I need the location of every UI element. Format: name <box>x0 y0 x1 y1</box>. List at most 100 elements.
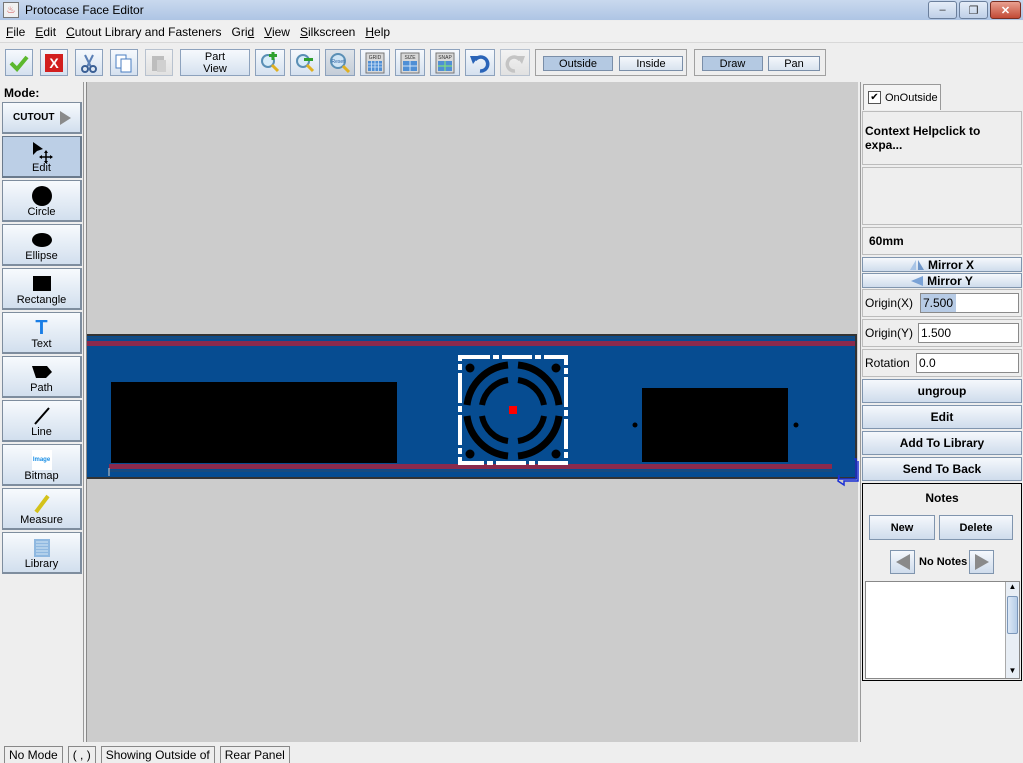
copy-button[interactable] <box>110 49 138 76</box>
redo-icon <box>505 54 525 73</box>
status-mode: No Mode <box>4 746 63 763</box>
drawing-canvas[interactable] <box>86 82 859 742</box>
tool-path[interactable]: Path <box>2 356 82 398</box>
edit-move-icon <box>32 142 53 163</box>
snap-button[interactable]: SNAP <box>430 49 460 76</box>
origin-y-input[interactable] <box>918 323 1019 343</box>
outside-toggle[interactable]: Outside <box>543 56 613 71</box>
zoom-out-icon <box>296 53 315 72</box>
library-icon <box>33 539 50 557</box>
copy-icon <box>115 54 132 72</box>
grid-button[interactable]: GRID <box>360 49 390 76</box>
zoom-reset-button[interactable]: Reset <box>325 49 355 76</box>
mode-panel: Mode: CUTOUT Edit Circle Ellipse Rectang… <box>0 82 84 742</box>
preview-area <box>862 167 1022 225</box>
menu-help[interactable]: Help <box>364 25 396 39</box>
inside-toggle[interactable]: Inside <box>619 56 683 71</box>
origin-x-input[interactable] <box>920 293 1019 313</box>
mounting-hole-left[interactable] <box>632 422 638 428</box>
menu-edit[interactable]: Edit <box>34 25 62 39</box>
restore-button[interactable]: ❐ <box>959 1 988 19</box>
cancel-button[interactable]: X <box>40 49 68 76</box>
mounting-hole-right[interactable] <box>793 422 799 428</box>
menu-silkscreen[interactable]: Silkscreen <box>299 25 361 39</box>
scissors-icon <box>81 54 97 73</box>
send-to-back-button[interactable]: Send To Back <box>862 457 1022 481</box>
paste-icon <box>152 55 166 72</box>
window-title: Protocase Face Editor <box>25 3 144 17</box>
pan-toggle[interactable]: Pan <box>768 56 820 71</box>
tool-circle[interactable]: Circle <box>2 180 82 222</box>
origin-x-row: Origin(X) <box>862 289 1022 317</box>
tool-bitmap[interactable]: Image Bitmap <box>2 444 82 486</box>
next-note-button[interactable] <box>969 550 994 574</box>
play-arrow-icon <box>60 111 71 125</box>
rectangle-cutout-left[interactable] <box>111 382 397 463</box>
tool-line[interactable]: Line <box>2 400 82 442</box>
rectangle-icon <box>32 276 51 291</box>
accept-button[interactable] <box>5 49 33 76</box>
red-x-icon: X <box>45 53 63 72</box>
tool-edit[interactable]: Edit <box>2 136 82 178</box>
ungroup-button[interactable]: ungroup <box>862 379 1022 403</box>
arrow-left-icon <box>895 554 910 570</box>
origin-y-row: Origin(Y) <box>862 319 1022 347</box>
on-outside-checkbox[interactable]: ✔ <box>868 91 881 104</box>
close-button[interactable]: ✕ <box>990 1 1021 19</box>
menu-file[interactable]: File <box>5 25 31 39</box>
tool-library[interactable]: Library <box>2 532 82 574</box>
tool-measure[interactable]: Measure <box>2 488 82 530</box>
cutout-button[interactable]: CUTOUT <box>2 102 82 134</box>
edit-button[interactable]: Edit <box>862 405 1022 429</box>
tab-on-outside[interactable]: ✔ OnOutside <box>863 84 941 110</box>
tool-ellipse[interactable]: Ellipse <box>2 224 82 266</box>
notes-scrollbar[interactable]: ▲ ▼ <box>1005 582 1019 678</box>
mirror-y-button[interactable]: Mirror Y <box>862 273 1022 288</box>
grid-icon: GRID <box>365 52 385 73</box>
zoom-out-button[interactable] <box>290 49 320 76</box>
previous-note-button[interactable] <box>890 550 915 574</box>
menu-cutout-library[interactable]: Cutout Library and Fasteners <box>65 25 227 39</box>
tool-rectangle[interactable]: Rectangle <box>2 268 82 310</box>
dimension-label: 60mm <box>862 227 1022 255</box>
java-app-icon: ♨ <box>3 2 19 18</box>
delete-note-button[interactable]: Delete <box>939 515 1013 540</box>
status-showing: Showing Outside of <box>100 746 215 763</box>
scroll-thumb[interactable] <box>1007 596 1018 634</box>
undo-button[interactable] <box>465 49 495 76</box>
measure-icon <box>33 494 50 514</box>
rotation-input[interactable] <box>916 353 1019 373</box>
redo-button[interactable] <box>500 49 530 76</box>
notes-textarea[interactable] <box>865 581 1020 679</box>
rotation-row: Rotation <box>862 349 1022 377</box>
cut-button[interactable] <box>75 49 103 76</box>
status-panel-name: Rear Panel <box>219 746 290 763</box>
draw-toggle[interactable]: Draw <box>702 56 763 71</box>
selection-origin-marker <box>509 406 517 414</box>
add-to-library-button[interactable]: Add To Library <box>862 431 1022 455</box>
menu-grid[interactable]: Grid <box>230 25 260 39</box>
svg-text:Reset: Reset <box>331 59 345 65</box>
scroll-down-icon[interactable]: ▼ <box>1006 666 1019 678</box>
circle-icon <box>31 186 52 206</box>
size-button[interactable]: SIZE <box>395 49 425 76</box>
notes-panel: Notes New Delete No Notes ▲ ▼ <box>862 483 1022 681</box>
new-note-button[interactable]: New <box>869 515 935 540</box>
mirror-y-icon <box>911 275 924 286</box>
part-view-button[interactable]: Part View <box>180 49 250 76</box>
top-bend-line <box>87 341 855 346</box>
zoom-in-icon <box>261 51 280 72</box>
zoom-reset-icon: Reset <box>330 52 351 73</box>
bitmap-icon: Image <box>31 450 52 470</box>
rectangle-cutout-right[interactable] <box>642 388 788 462</box>
scroll-up-icon[interactable]: ▲ <box>1006 582 1019 594</box>
menu-view[interactable]: View <box>263 25 296 39</box>
zoom-in-button[interactable] <box>255 49 285 76</box>
size-icon: SIZE <box>400 52 420 73</box>
tool-text[interactable]: T Text <box>2 312 82 354</box>
paste-button[interactable] <box>145 49 173 76</box>
minimize-button[interactable]: – <box>928 1 957 19</box>
mirror-x-button[interactable]: Mirror X <box>862 257 1022 272</box>
notes-title: Notes <box>925 491 959 505</box>
context-help[interactable]: Context Helpclick to expa... <box>862 111 1022 165</box>
